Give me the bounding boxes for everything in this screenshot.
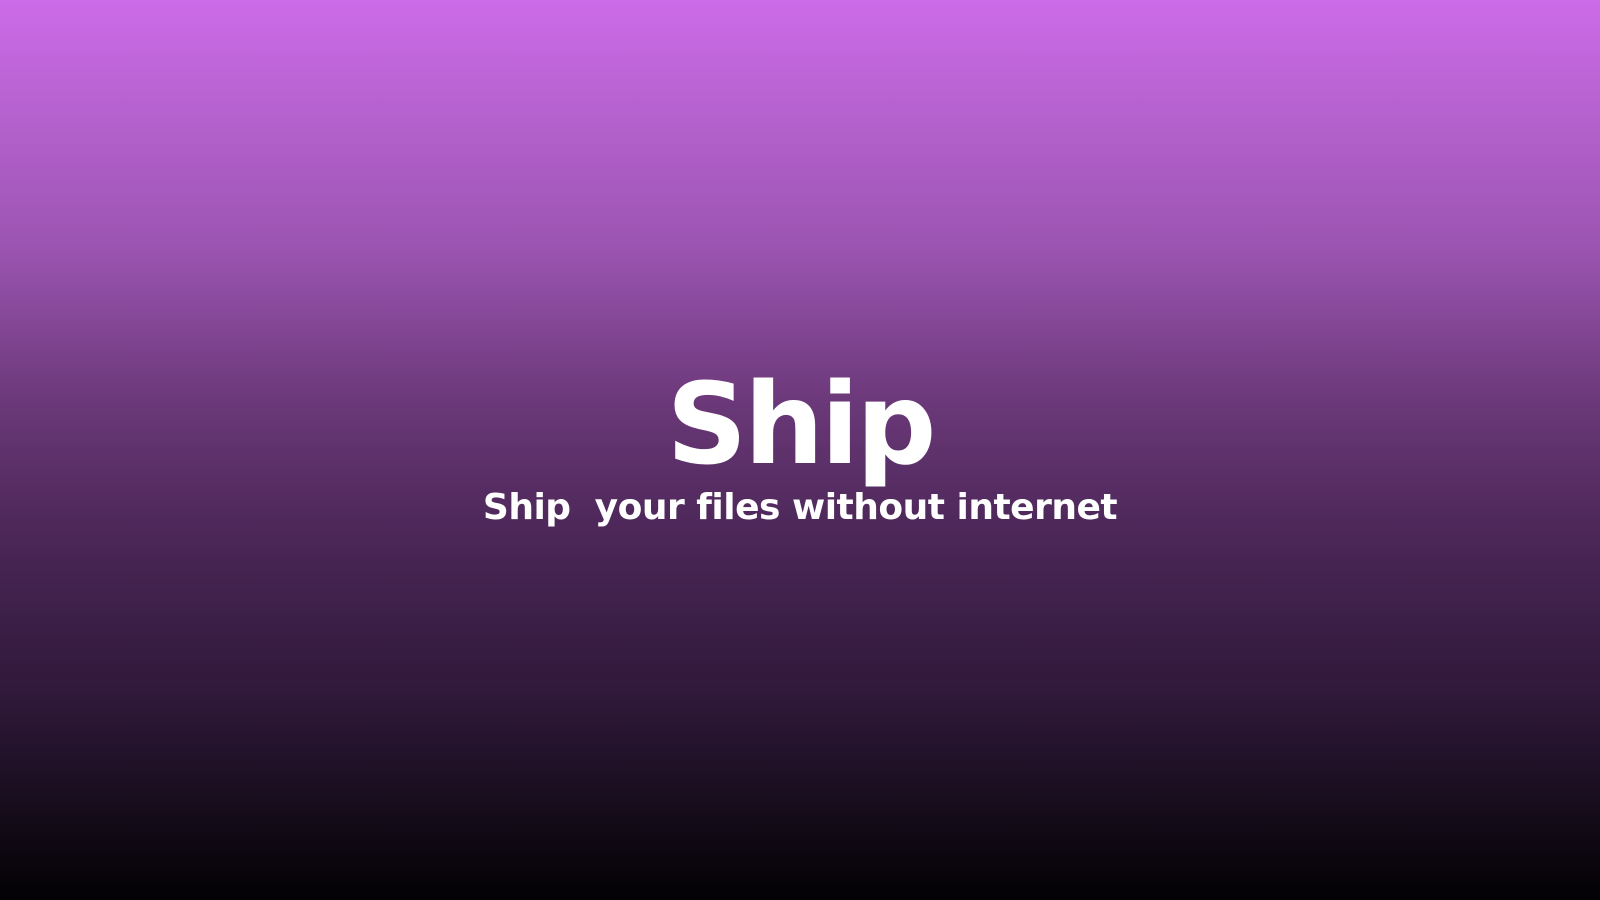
hero-section: Ship Ship your files without internet [0,360,1600,530]
app-title: Ship [666,360,937,490]
app-tagline: Ship your files without internet [482,487,1118,528]
